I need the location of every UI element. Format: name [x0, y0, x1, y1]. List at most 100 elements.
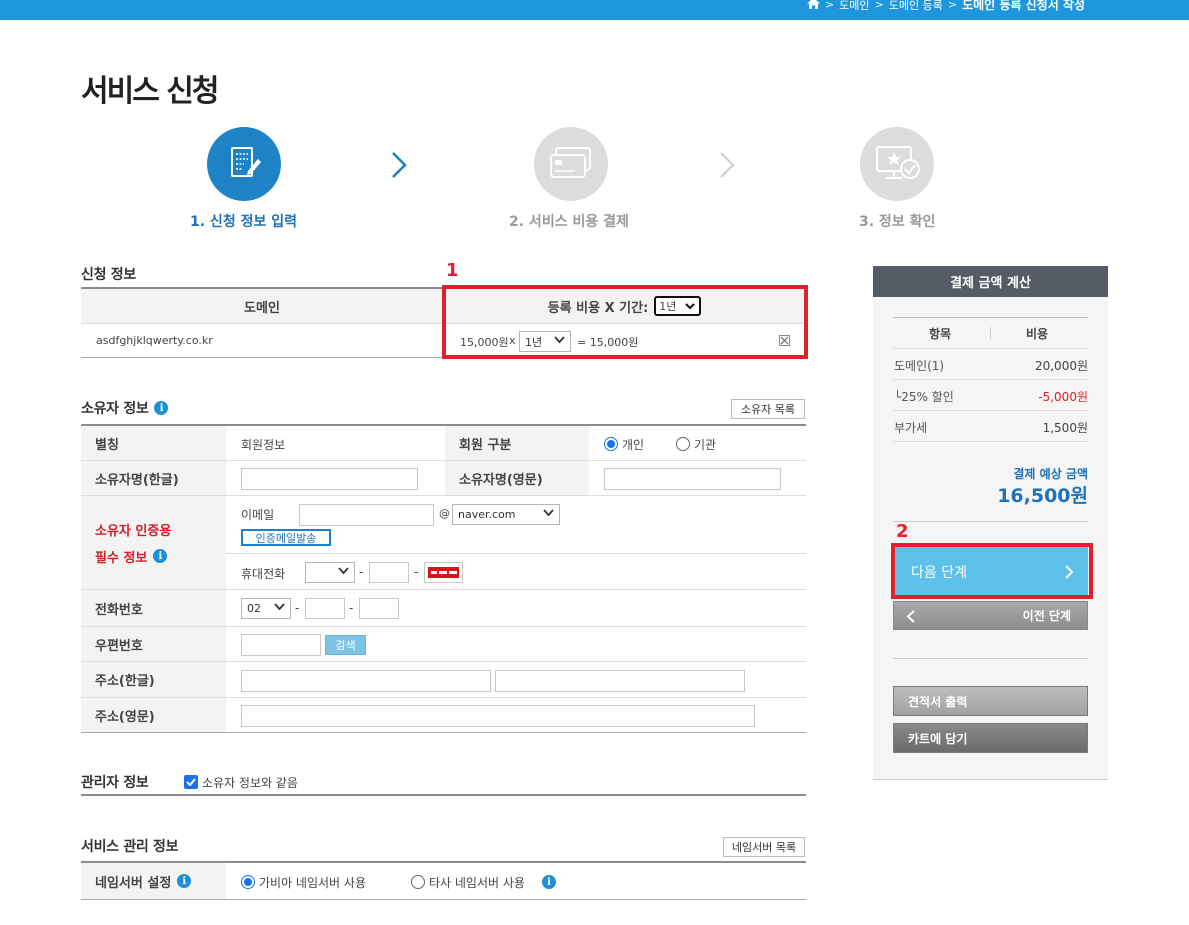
email-domain-select[interactable]: naver.com	[452, 504, 560, 525]
phone-prefix-select[interactable]: 02	[241, 598, 291, 619]
domain-value: asdfghjklqwerty.co.kr	[96, 334, 213, 347]
breadcrumb-item-domain-register[interactable]: 도메인 등록	[889, 0, 943, 13]
info-icon[interactable]: i	[542, 875, 556, 889]
highlight-box-2	[891, 543, 1093, 599]
payment-row-label: 도메인(1)	[894, 359, 945, 373]
info-icon[interactable]: i	[153, 549, 168, 563]
breadcrumb-current: 도메인 등록 신청서 작성	[962, 0, 1085, 12]
owner-name-kr-input[interactable]	[241, 468, 418, 490]
phone-prefix-value: 02	[247, 602, 261, 615]
nameserver-list-button[interactable]: 네임서버 목록	[723, 837, 805, 857]
payment-row-value: 20,000원	[1034, 359, 1088, 373]
panel-divider	[893, 410, 1088, 411]
member-type-label: 회원 구분	[445, 426, 589, 460]
mobile-label: 휴대전화	[241, 567, 286, 581]
nameserver-other-label: 타사 네임서버 사용	[429, 876, 525, 890]
owner-name-en-input[interactable]	[604, 468, 781, 490]
panel-divider	[893, 317, 1088, 318]
previous-step-button[interactable]: 이전 단계	[893, 601, 1088, 630]
chevron-right-icon: >	[947, 0, 958, 11]
owner-list-button[interactable]: 소유자 목록	[731, 399, 805, 419]
send-auth-mail-button[interactable]: 인증메일발송	[241, 529, 331, 546]
nameserver-setting-label: 네임서버 설정 i	[81, 863, 226, 899]
breadcrumb-item-domain[interactable]: 도메인	[839, 0, 869, 13]
auth-label-line2: 필수 정보	[95, 550, 148, 566]
owner-info-title-text: 소유자 정보	[81, 401, 149, 417]
auth-label-line1: 소유자 인증용	[95, 523, 172, 539]
column-separator	[990, 327, 991, 339]
owner-info-title: 소유자 정보 i	[81, 398, 169, 418]
payment-col-item: 항목	[929, 327, 952, 341]
nameserver-other-radio[interactable]	[411, 875, 425, 889]
info-icon[interactable]: i	[177, 874, 192, 888]
step-2-label: 2. 서비스 비용 결제	[509, 214, 629, 230]
member-type-org-radio[interactable]	[676, 437, 690, 451]
step-3-label: 3. 정보 확인	[859, 214, 936, 230]
admin-info-title: 관리자 정보	[81, 775, 149, 791]
step-3-circle	[860, 127, 934, 201]
previous-step-label: 이전 단계	[1022, 609, 1071, 623]
email-label: 이메일	[241, 508, 275, 522]
address-en-input[interactable]	[241, 705, 755, 727]
mobile-middle-input[interactable]	[369, 562, 409, 583]
step-2-circle	[534, 127, 608, 201]
chevron-down-icon	[274, 603, 285, 611]
info-icon[interactable]: i	[154, 401, 169, 415]
panel-divider	[893, 441, 1088, 442]
payment-row-value-discount: -5,000원	[1038, 390, 1088, 404]
step-1-label: 1. 신청 정보 입력	[190, 214, 297, 230]
zip-search-button[interactable]: 검색	[325, 635, 366, 655]
mobile-prefix-select[interactable]	[305, 562, 355, 583]
zip-label: 우편번호	[81, 627, 226, 661]
dash: -	[359, 565, 364, 579]
table-bottom-border	[81, 899, 806, 900]
panel-divider	[893, 379, 1088, 380]
same-as-owner-checkbox[interactable]	[184, 775, 198, 789]
chevron-down-icon	[543, 509, 554, 517]
dash: -	[414, 565, 419, 579]
table-top-border	[81, 794, 806, 796]
phone-last-input[interactable]	[359, 598, 399, 619]
panel-divider	[893, 348, 1088, 349]
auth-label-line2-wrap: 필수 정보 i	[95, 547, 168, 566]
phone-label: 전화번호	[81, 590, 226, 626]
payment-row-label: 부가세	[894, 421, 928, 435]
member-type-individual-radio[interactable]	[604, 437, 618, 451]
home-icon[interactable]	[806, 0, 820, 12]
document-edit-icon	[224, 143, 264, 186]
member-type-individual-label: 개인	[622, 438, 645, 452]
auth-info-label: 소유자 인증용 필수 정보 i	[81, 496, 226, 589]
email-id-input[interactable]	[299, 504, 434, 526]
owner-name-kr-label: 소유자명(한글)	[81, 461, 226, 495]
expected-amount-label: 결제 예상 금액	[1013, 467, 1088, 481]
owner-name-en-label: 소유자명(영문)	[445, 461, 589, 495]
payment-row-value: 1,500원	[1042, 421, 1088, 435]
mobile-last-input[interactable]	[424, 562, 463, 583]
address-kr-input-1[interactable]	[241, 670, 491, 692]
annotation-number-1: 1	[446, 260, 459, 281]
payment-row-label: └25% 할인	[894, 390, 954, 404]
row-divider	[226, 553, 806, 554]
add-to-cart-button[interactable]: 카트에 담기	[893, 723, 1088, 753]
address-en-label: 주소(영문)	[81, 698, 226, 732]
panel-divider	[893, 521, 1088, 522]
monitor-check-icon	[873, 143, 921, 186]
chevron-right-icon: >	[824, 0, 835, 11]
domain-column-label: 도메인	[244, 300, 280, 316]
print-quote-button[interactable]: 견적서 출력	[893, 686, 1088, 716]
service-info-title: 서비스 관리 정보	[81, 839, 179, 855]
dash: -	[349, 601, 354, 615]
payment-panel-title: 결제 금액 계산	[873, 266, 1108, 297]
address-kr-input-2[interactable]	[495, 670, 745, 692]
nameserver-gabia-label: 가비아 네임서버 사용	[259, 876, 366, 890]
phone-middle-input[interactable]	[305, 598, 345, 619]
zip-input[interactable]	[241, 634, 321, 656]
payment-col-cost: 비용	[1026, 327, 1049, 341]
table-bottom-border	[81, 732, 806, 733]
nameserver-gabia-radio[interactable]	[241, 875, 255, 889]
check-icon	[186, 778, 196, 786]
masked-value-icon	[428, 567, 459, 578]
email-at: @	[439, 507, 450, 520]
chevron-right-icon	[392, 152, 407, 178]
nameserver-setting-text: 네임서버 설정	[95, 875, 172, 891]
